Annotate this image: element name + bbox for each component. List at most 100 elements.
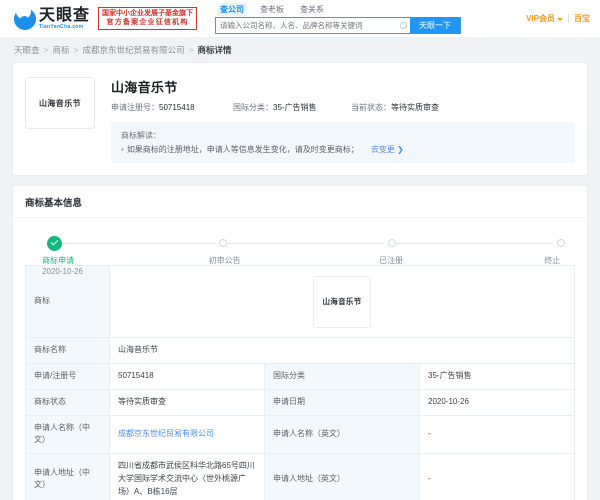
step-connector [227, 243, 384, 244]
trademark-image: 山海音乐节 [313, 276, 371, 328]
row-value-registration-number: 50715418 [110, 363, 265, 389]
breadcrumb-separator: > [74, 45, 79, 55]
page-title: 山海音乐节 [111, 77, 575, 96]
meta-value: 50715418 [159, 103, 195, 112]
row-value-applicant-address-cn: 四川省成都市武侯区科华北路65号四川大学国际学术交流中心（世外桃源广场）A、B栋… [110, 454, 265, 500]
trademark-info-table: 商标 山海音乐节 商标名称 山海音乐节 申请/注册号 50715418 国际分类… [25, 265, 575, 500]
row-label-applicant-name-en: 申请人名称（英文） [265, 415, 420, 454]
search-tabs: 查公司 查老板 查关系 [215, 3, 461, 16]
treasure-box-link[interactable]: 百宝 [574, 13, 590, 24]
chevron-down-icon [557, 18, 563, 21]
meta-label: 当前状态： [351, 103, 391, 112]
step-name: 商标申请 [42, 255, 83, 266]
row-value-international-class: 35-广告销售 [420, 363, 575, 389]
row-label-applicant-address-en: 申请人地址（英文） [265, 454, 420, 500]
step-label: 已注册 [379, 255, 403, 266]
step-name: 已注册 [379, 255, 403, 266]
meta-registration-number: 申请注册号：50715418 [111, 102, 233, 113]
row-label-trademark-status: 商标状态 [26, 389, 110, 415]
eye-logo-icon [14, 8, 36, 30]
step-preliminary-announcement: 初审公告 [216, 235, 385, 251]
search-button[interactable]: 天眼一下 [410, 17, 460, 34]
meta-label: 国际分类： [233, 103, 273, 112]
table-row: 申请人名称（中文） 成都京东世纪贸易有限公司 申请人名称（英文） - [26, 415, 575, 454]
step-name: 终止 [544, 255, 560, 266]
meta-current-status: 当前状态：等待实质审查 [351, 102, 439, 113]
vip-member-link[interactable]: VIP会员 [526, 13, 563, 24]
row-label-international-class: 国际分类 [265, 363, 420, 389]
circle-outline-icon [557, 239, 565, 247]
search-box: 天眼一下 [215, 17, 461, 34]
circle-outline-icon [219, 239, 227, 247]
trademark-logo-text: 山海音乐节 [39, 98, 81, 109]
step-label: 终止 [544, 255, 560, 266]
logo-domain: TianYanCha.com [39, 25, 90, 30]
bullet-icon: • [121, 143, 124, 157]
step-dot-row [216, 235, 385, 251]
breadcrumb-item-company[interactable]: 成都京东世纪贸易有限公司 [82, 44, 184, 56]
meta-label: 申请注册号： [111, 103, 159, 112]
notice-title: 商标解读： [121, 129, 565, 143]
menu-divider [568, 14, 569, 23]
row-label-trademark: 商标 [26, 266, 110, 338]
row-value-application-date: 2020-10-26 [420, 389, 575, 415]
site-logo[interactable]: 天眼查 TianYanCha.com [14, 8, 90, 30]
check-circle-icon [47, 236, 62, 251]
vip-label: VIP会员 [526, 14, 555, 23]
row-value-applicant-name-cn: 成都京东世纪贸易有限公司 [110, 415, 265, 454]
basic-info-card: 商标基本信息 商标申请 2020-10-26 初审公告 [12, 185, 588, 500]
row-label-application-date: 申请日期 [265, 389, 420, 415]
meta-international-class: 国际分类：35-广告销售 [233, 102, 351, 113]
badge-line-2: 官方备案企业征信机构 [102, 19, 193, 28]
notice-row: • 如果商标的注册地址，申请人等信息发生变化，请及时变更商标； 去变更 ❯ [121, 143, 565, 157]
badge-line-1: 国家中小企业发展子基金旗下 [102, 10, 193, 19]
trademark-progress-stepper: 商标申请 2020-10-26 初审公告 已注册 [25, 231, 575, 251]
table-row: 商标名称 山海音乐节 [26, 338, 575, 364]
search-area: 查公司 查老板 查关系 天眼一下 [215, 3, 461, 34]
clear-icon[interactable] [400, 22, 407, 29]
row-label-applicant-address-cn: 申请人地址（中文） [26, 454, 110, 500]
step-label: 商标申请 2020-10-26 [42, 255, 83, 276]
government-badge: 国家中小企业发展子基金旗下 官方备案企业征信机构 [98, 7, 197, 31]
section-title: 商标基本信息 [13, 186, 587, 218]
step-connector [396, 243, 553, 244]
row-value-trademark-name: 山海音乐节 [110, 338, 575, 364]
circle-outline-icon [388, 239, 396, 247]
logo-chinese-name: 天眼查 [39, 8, 90, 24]
row-value-trademark-status: 等待实质审查 [110, 389, 265, 415]
change-trademark-link[interactable]: 去变更 ❯ [371, 143, 404, 157]
trademark-notice-box: 商标解读： • 如果商标的注册地址，申请人等信息发生变化，请及时变更商标； 去变… [111, 122, 575, 163]
trademark-meta-row: 申请注册号：50715418 国际分类：35-广告销售 当前状态：等待实质审查 [111, 102, 575, 113]
table-row: 申请人地址（中文） 四川省成都市武侯区科华北路65号四川大学国际学术交流中心（世… [26, 454, 575, 500]
tab-search-relation[interactable]: 查关系 [297, 3, 327, 16]
row-value-applicant-address-en: - [420, 454, 575, 500]
notice-text: 如果商标的注册地址，申请人等信息发生变化，请及时变更商标； [127, 143, 359, 157]
search-input[interactable] [216, 20, 400, 31]
meta-value: 35-广告销售 [273, 103, 317, 112]
tab-search-company[interactable]: 查公司 [217, 3, 247, 16]
step-name: 初审公告 [209, 255, 241, 266]
row-label-trademark-name: 商标名称 [26, 338, 110, 364]
step-label: 初审公告 [209, 255, 241, 266]
header-right-menu: VIP会员 百宝 [526, 13, 592, 24]
section-body: 商标申请 2020-10-26 初审公告 已注册 [13, 218, 587, 500]
breadcrumb-item-trademark[interactable]: 商标 [52, 44, 69, 56]
breadcrumb-separator: > [188, 45, 193, 55]
table-row: 申请/注册号 50715418 国际分类 35-广告销售 [26, 363, 575, 389]
trademark-detail-body: 山海音乐节 申请注册号：50715418 国际分类：35-广告销售 当前状态：等… [111, 77, 575, 163]
step-application: 商标申请 2020-10-26 [47, 235, 216, 251]
breadcrumb-separator: > [44, 45, 49, 55]
step-connector [62, 243, 216, 244]
table-row: 商标 山海音乐节 [26, 266, 575, 338]
step-dot-row [47, 235, 216, 251]
tab-search-boss[interactable]: 查老板 [257, 3, 287, 16]
applicant-company-link[interactable]: 成都京东世纪贸易有限公司 [118, 429, 214, 438]
meta-value: 等待实质审查 [391, 103, 439, 112]
row-label-registration-number: 申请/注册号 [26, 363, 110, 389]
step-dot-row [384, 235, 553, 251]
breadcrumb-item-home[interactable]: 天眼查 [14, 44, 40, 56]
row-label-applicant-name-cn: 申请人名称（中文） [26, 415, 110, 454]
breadcrumb: 天眼查 > 商标 > 成都京东世纪贸易有限公司 > 商标详情 [0, 38, 600, 62]
row-value-trademark-image: 山海音乐节 [110, 266, 575, 338]
table-row: 商标状态 等待实质审查 申请日期 2020-10-26 [26, 389, 575, 415]
